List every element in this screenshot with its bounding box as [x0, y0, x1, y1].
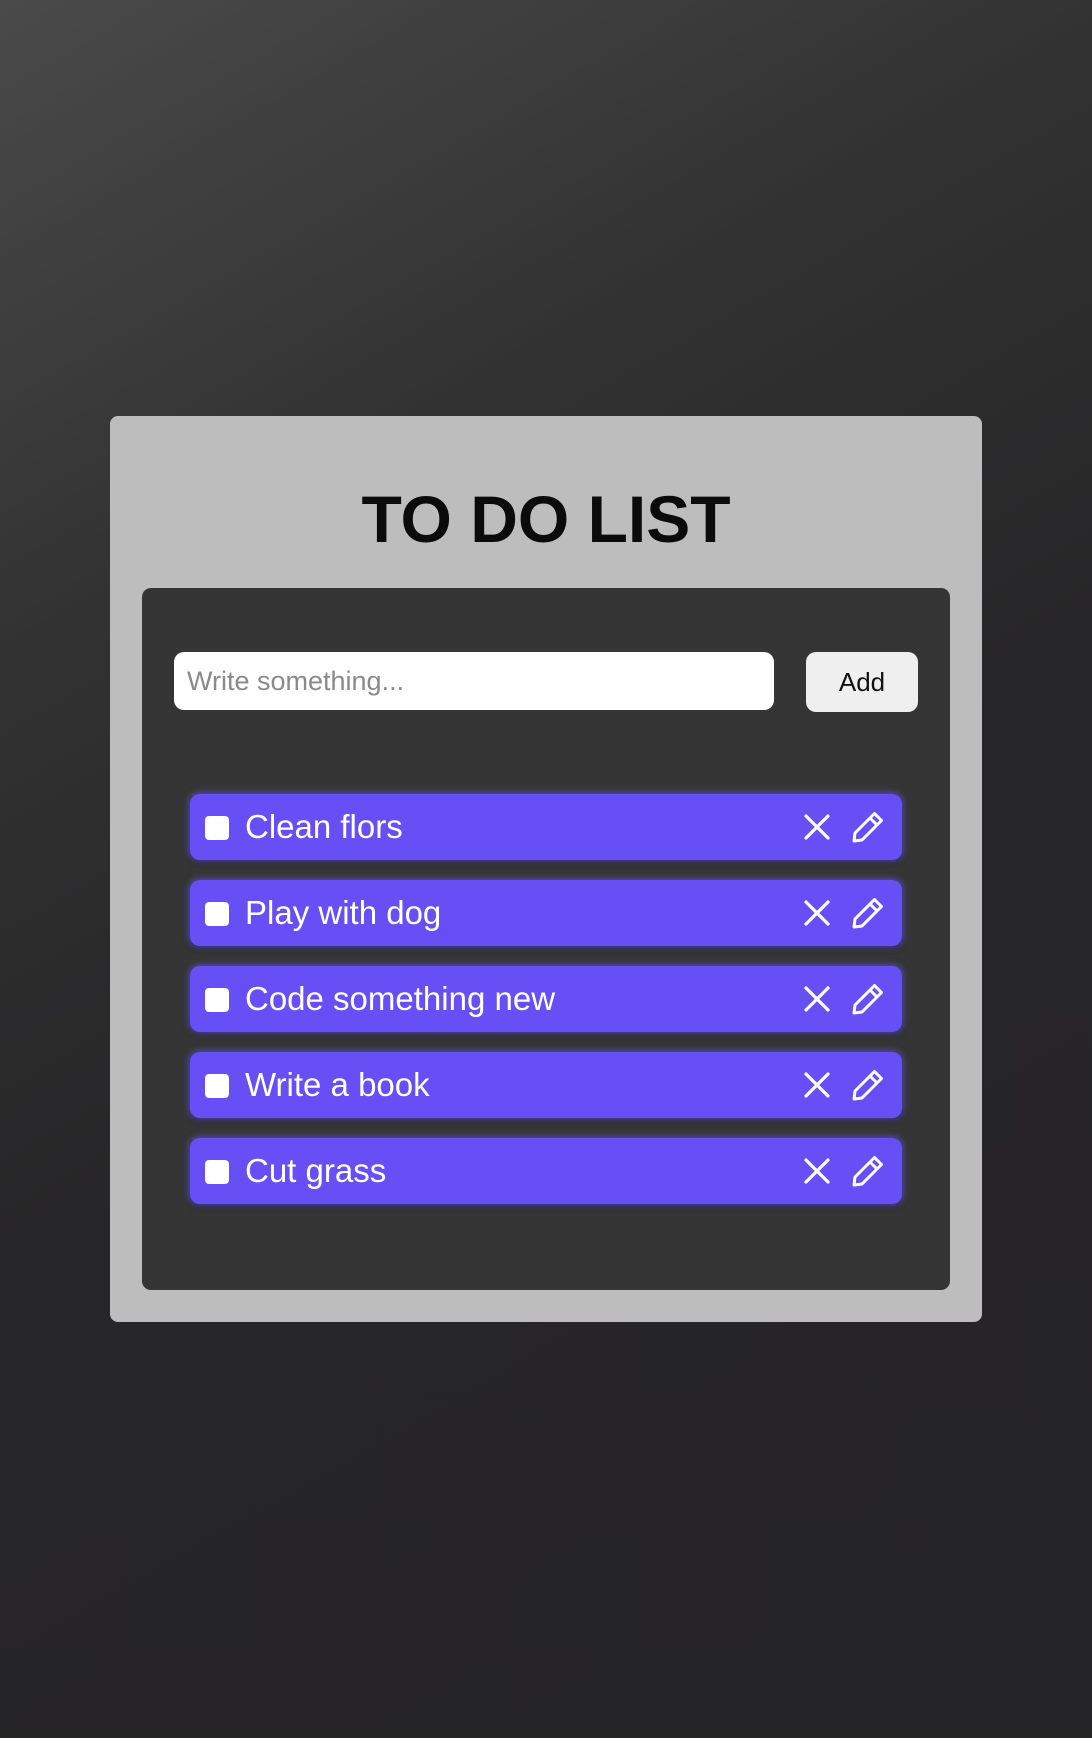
todo-checkbox[interactable]: [205, 1160, 229, 1184]
close-icon[interactable]: [802, 1070, 832, 1100]
todo-item: Code something new: [190, 966, 902, 1032]
pencil-icon[interactable]: [850, 809, 886, 845]
todo-item: Cut grass: [190, 1138, 902, 1204]
todo-item: Write a book: [190, 1052, 902, 1118]
todo-item-text: Write a book: [245, 1066, 430, 1103]
pencil-icon[interactable]: [850, 1153, 886, 1189]
todo-card: TO DO LIST Add Clean flors Play with dog: [110, 416, 982, 1322]
todo-panel: Add Clean flors Play with dog: [142, 588, 950, 1290]
todo-item: Clean flors: [190, 794, 902, 860]
todo-item-text: Code something new: [245, 980, 556, 1017]
add-button[interactable]: Add: [806, 652, 918, 712]
todo-item-text: Clean flors: [245, 808, 403, 845]
todo-checkbox[interactable]: [205, 902, 229, 926]
todo-list: Clean flors Play with dog Code something…: [190, 794, 902, 1224]
pencil-icon[interactable]: [850, 981, 886, 1017]
todo-item: Play with dog: [190, 880, 902, 946]
close-icon[interactable]: [802, 898, 832, 928]
close-icon[interactable]: [802, 1156, 832, 1186]
todo-item-text: Cut grass: [245, 1152, 387, 1189]
close-icon[interactable]: [802, 812, 832, 842]
pencil-icon[interactable]: [850, 895, 886, 931]
todo-checkbox[interactable]: [205, 816, 229, 840]
close-icon[interactable]: [802, 984, 832, 1014]
page-title: TO DO LIST: [361, 482, 731, 556]
todo-input[interactable]: [174, 652, 774, 710]
pencil-icon[interactable]: [850, 1067, 886, 1103]
todo-checkbox[interactable]: [205, 988, 229, 1012]
todo-checkbox[interactable]: [205, 1074, 229, 1098]
todo-item-text: Play with dog: [245, 894, 442, 931]
